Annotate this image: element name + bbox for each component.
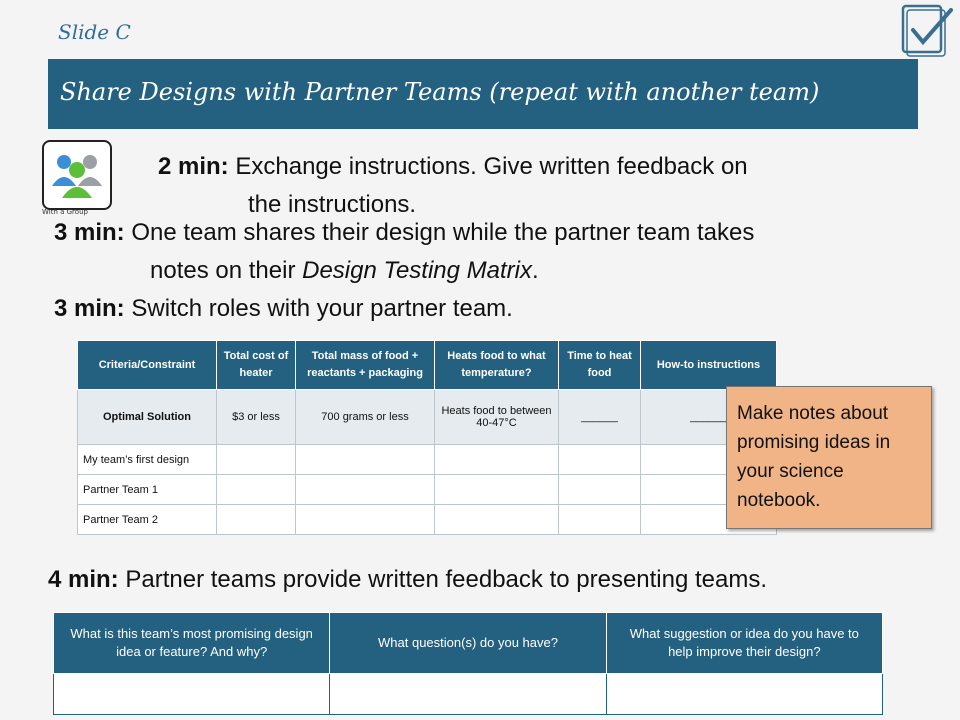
step-2-time: 3 min: xyxy=(54,219,125,246)
table-cell[interactable] xyxy=(434,504,559,535)
table-cell[interactable] xyxy=(295,474,435,505)
table-cell[interactable] xyxy=(558,444,641,475)
step-3: 3 min: Switch roles with your partner te… xyxy=(54,291,513,327)
step-2-cont-prefix: notes on their xyxy=(150,257,303,284)
feedback-cell[interactable] xyxy=(605,673,884,715)
slide-label: Slide C xyxy=(58,20,131,44)
feedback-header: What suggestion or idea do you have to h… xyxy=(605,612,884,674)
checklist-icon xyxy=(901,4,953,57)
table-cell: Heats food to between 40-47°C xyxy=(434,389,559,445)
step-2-cont-em: Design Testing Matrix xyxy=(302,257,532,284)
step-3-text: Switch roles with your partner team. xyxy=(131,295,513,322)
table-cell[interactable] xyxy=(558,504,641,535)
sticky-note: Make notes about promising ideas in your… xyxy=(726,386,932,529)
matrix-header: Criteria/Constraint xyxy=(77,340,217,390)
feedback-header: What question(s) do you have? xyxy=(329,612,607,674)
step-4-time: 4 min: xyxy=(48,566,119,593)
step-2-continued: notes on their Design Testing Matrix. xyxy=(150,253,539,289)
step-1: 2 min: Exchange instructions. Give writt… xyxy=(158,149,748,185)
table-cell[interactable] xyxy=(295,444,435,475)
table-row: My team’s first design xyxy=(77,444,777,475)
step-1-text: Exchange instructions. Give written feed… xyxy=(235,153,748,180)
table-cell: Partner Team 1 xyxy=(77,474,217,505)
feedback-table: What is this team’s most promising desig… xyxy=(52,612,884,715)
feedback-cell[interactable] xyxy=(329,673,607,715)
title-bar: Share Designs with Partner Teams (repeat… xyxy=(48,59,918,129)
table-row: Partner Team 1 xyxy=(77,474,777,505)
step-4: 4 min: Partner teams provide written fee… xyxy=(48,562,767,598)
step-2-text: One team shares their design while the p… xyxy=(131,219,755,246)
table-cell[interactable] xyxy=(216,504,296,535)
table-cell: Optimal Solution xyxy=(77,389,217,445)
step-4-text: Partner teams provide written feedback t… xyxy=(125,566,768,593)
feedback-header: What is this team’s most promising desig… xyxy=(52,612,331,674)
matrix-header: Heats food to what temperature? xyxy=(434,340,559,390)
table-cell: $3 or less xyxy=(216,389,296,445)
table-cell[interactable] xyxy=(558,474,641,505)
design-testing-matrix: Criteria/Constraint Total cost of heater… xyxy=(77,340,777,535)
step-1-time: 2 min: xyxy=(158,153,229,180)
table-row: Partner Team 2 xyxy=(77,504,777,535)
table-row xyxy=(52,673,884,715)
step-2: 3 min: One team shares their design whil… xyxy=(54,215,754,251)
step-2-cont-suffix: . xyxy=(531,257,539,284)
table-cell[interactable] xyxy=(434,444,559,475)
table-cell[interactable] xyxy=(216,474,296,505)
step-3-time: 3 min: xyxy=(54,295,125,322)
table-cell[interactable] xyxy=(434,474,559,505)
table-cell: 700 grams or less xyxy=(295,389,435,445)
table-cell: My team’s first design xyxy=(77,444,217,475)
table-cell: ______ xyxy=(558,389,641,445)
group-work-icon xyxy=(42,140,112,210)
matrix-header: Time to heat food xyxy=(558,340,641,390)
table-cell[interactable] xyxy=(295,504,435,535)
matrix-header: Total mass of food + reactants + packagi… xyxy=(295,340,435,390)
table-cell[interactable] xyxy=(216,444,296,475)
matrix-header: How-to instructions xyxy=(640,340,777,390)
feedback-cell[interactable] xyxy=(52,673,331,715)
table-row: Optimal Solution $3 or less 700 grams or… xyxy=(77,389,777,445)
table-cell: Partner Team 2 xyxy=(77,504,217,535)
slide-title: Share Designs with Partner Teams (repeat… xyxy=(60,78,820,106)
matrix-header: Total cost of heater xyxy=(216,340,296,390)
